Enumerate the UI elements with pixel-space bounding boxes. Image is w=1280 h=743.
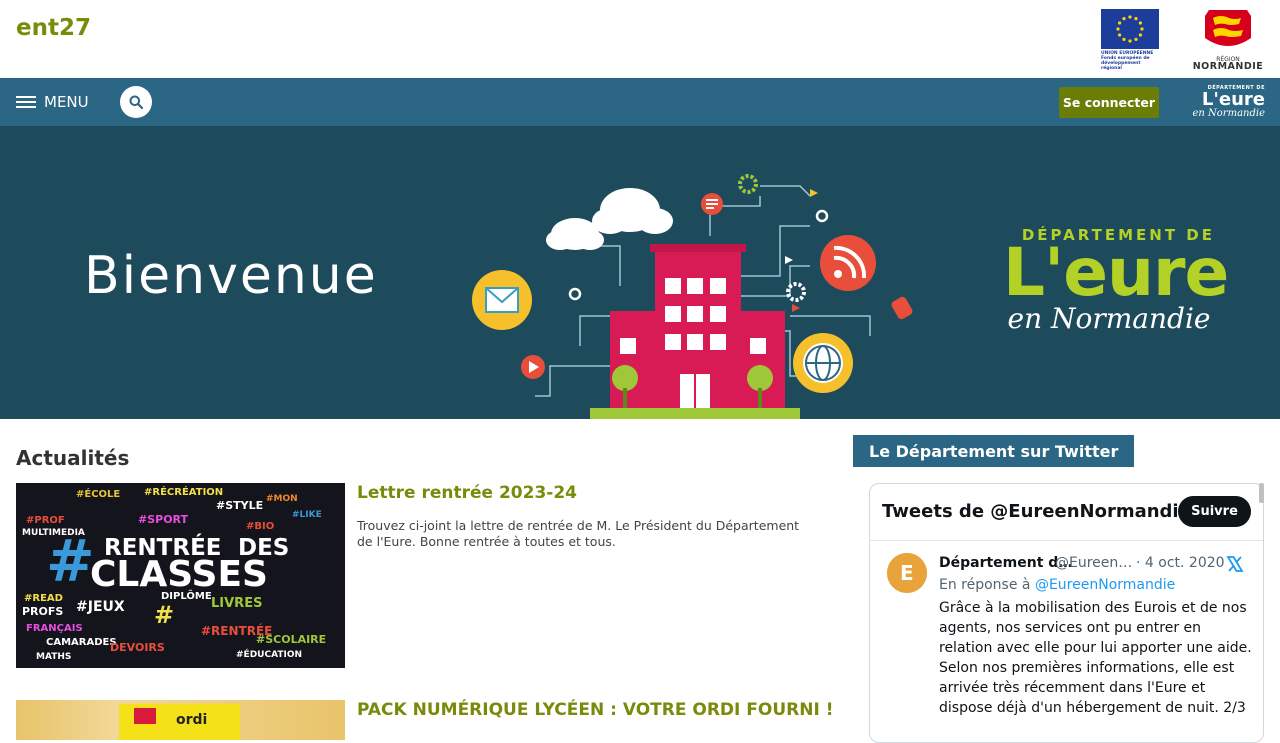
svg-text:#PROF: #PROF xyxy=(26,515,65,526)
svg-text:CLASSES: CLASSES xyxy=(90,554,268,595)
twitter-scrollbar[interactable] xyxy=(1259,483,1264,503)
reply-handle-link[interactable]: @EureenNormandie xyxy=(1035,577,1175,593)
normandie-label: NORMANDIE xyxy=(1192,61,1264,72)
top-header: ent27 UNION EUROPÉENNE Fonds européen de… xyxy=(0,0,1280,78)
svg-text:#READ: #READ xyxy=(24,593,63,604)
news-title-2[interactable]: PACK NUMÉRIQUE LYCÉEN : VOTRE ORDI FOURN… xyxy=(357,700,833,720)
tweet-author-handle[interactable]: @Eureen… xyxy=(1055,555,1132,571)
tweet-author-name[interactable]: Département d… xyxy=(939,555,1072,571)
twitter-widget-header: Tweets de @EureenNormandie Suivre xyxy=(870,484,1263,541)
login-button[interactable]: Se connecter xyxy=(1059,87,1159,118)
reply-prefix: En réponse à xyxy=(939,577,1031,593)
eu-flag-icon xyxy=(1101,9,1159,49)
svg-text:#BIO: #BIO xyxy=(246,521,274,532)
dept-logo-bottom: en Normandie xyxy=(1192,108,1266,119)
avatar[interactable]: E xyxy=(887,553,927,593)
news-thumbnail-1[interactable]: #ÉCOLE #RÉCRÉATION #MON #PROF #SPORT #ST… xyxy=(16,483,345,668)
site-title[interactable]: ent27 xyxy=(16,15,91,41)
dept-logo-mid: L'eure xyxy=(1201,89,1265,110)
twitter-widget[interactable]: Tweets de @EureenNormandie Suivre E Dépa… xyxy=(869,483,1264,743)
svg-text:#: # xyxy=(46,527,95,595)
news-title-1[interactable]: Lettre rentrée 2023-24 xyxy=(357,483,577,503)
eu-logo: UNION EUROPÉENNE Fonds européen de dével… xyxy=(1101,9,1161,71)
hamburger-icon xyxy=(16,96,36,108)
x-logo-icon[interactable] xyxy=(1226,555,1244,573)
menu-label: MENU xyxy=(44,93,89,111)
news-thumbnail-2[interactable]: ordi xyxy=(16,700,345,740)
school-illustration xyxy=(472,174,913,419)
welcome-banner: Bienvenue DÉPARTEMENT DE L'eure en Norma… xyxy=(0,126,1280,419)
svg-text:#MON: #MON xyxy=(266,494,298,504)
twitter-section-title: Le Département sur Twitter xyxy=(853,435,1135,467)
svg-text:CAMARADES: CAMARADES xyxy=(46,637,117,648)
svg-text:LIVRES: LIVRES xyxy=(211,596,262,611)
svg-text:#JEUX: #JEUX xyxy=(76,599,125,615)
news-description-1: Trouvez ci-joint la lettre de rentrée de… xyxy=(357,518,800,549)
banner-logo-bottom: en Normandie xyxy=(1007,302,1211,335)
svg-text:#LIKE: #LIKE xyxy=(292,510,322,520)
tweet-date[interactable]: · 4 oct. 2020 xyxy=(1136,555,1225,571)
svg-text:#STYLE: #STYLE xyxy=(216,499,263,512)
search-icon xyxy=(129,95,143,109)
svg-text:DEVOIRS: DEVOIRS xyxy=(110,641,165,654)
svg-text:MATHS: MATHS xyxy=(36,652,71,662)
svg-text:#RÉCRÉATION: #RÉCRÉATION xyxy=(144,485,223,498)
svg-text:E: E xyxy=(900,561,914,585)
eu-logo-caption: UNION EUROPÉENNE Fonds européen de dével… xyxy=(1101,51,1154,71)
svg-text:#ÉDUCATION: #ÉDUCATION xyxy=(236,648,302,660)
tweet-reply-context: En réponse à @EureenNormandie xyxy=(939,577,1175,593)
banner-title: Bienvenue xyxy=(84,246,378,306)
normandie-leopards-icon xyxy=(1205,10,1251,46)
department-logo-small[interactable]: DÉPARTEMENT DE L'eure en Normandie xyxy=(1189,85,1266,120)
svg-text:#SCOLAIRE: #SCOLAIRE xyxy=(256,633,326,646)
news-section-title: Actualités xyxy=(16,446,130,470)
search-button[interactable] xyxy=(120,86,152,118)
svg-text:ordi: ordi xyxy=(176,712,207,728)
menu-button[interactable]: MENU xyxy=(16,90,89,114)
department-logo-large: DÉPARTEMENT DE L'eure en Normandie xyxy=(1003,226,1229,336)
banner-logo-mid: L'eure xyxy=(1003,234,1229,311)
svg-text:#ÉCOLE: #ÉCOLE xyxy=(76,487,120,500)
twitter-widget-title[interactable]: Tweets de @EureenNormandie xyxy=(882,501,1191,522)
svg-text:#SPORT: #SPORT xyxy=(138,513,189,526)
region-normandie-logo: RÉGION NORMANDIE xyxy=(1191,8,1265,72)
tweet-text: Grâce à la mobilisation des Eurois et de… xyxy=(939,600,1252,716)
svg-text:PROFS: PROFS xyxy=(22,605,63,618)
svg-text:#: # xyxy=(154,601,174,629)
follow-button[interactable]: Suivre xyxy=(1178,496,1251,527)
svg-text:FRANÇAIS: FRANÇAIS xyxy=(26,623,83,634)
